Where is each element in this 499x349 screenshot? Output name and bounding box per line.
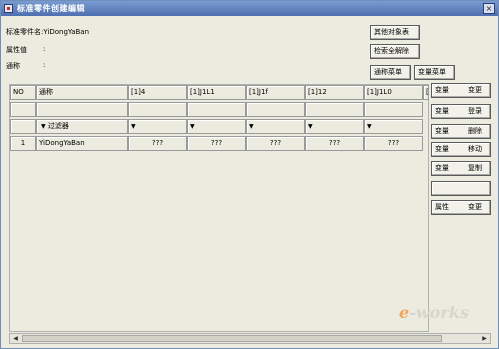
side-btn-left: 变量 — [435, 86, 449, 94]
side-btn-left: 属性 — [435, 203, 449, 211]
header-col-1[interactable]: [1]4 — [128, 85, 187, 100]
row-value[interactable]: ??? — [364, 136, 423, 151]
chevron-down-icon: ▼ — [41, 123, 46, 130]
row-value[interactable]: ??? — [305, 136, 364, 151]
blank-button[interactable] — [431, 181, 491, 196]
header-common-name[interactable]: 通称 — [36, 85, 128, 100]
blank-cell[interactable] — [305, 102, 364, 117]
header-col-6[interactable]: [ — [423, 85, 429, 100]
side-btn-right: 删除 — [468, 127, 482, 135]
eworks-watermark: e-works — [399, 303, 469, 322]
side-btn-right: 复制 — [468, 164, 482, 172]
filter-col-2[interactable]: ▼ — [187, 119, 246, 134]
scroll-right-icon[interactable]: ▶ — [479, 334, 490, 343]
filter-col-5[interactable]: ▼ — [364, 119, 423, 134]
blank-cell[interactable] — [187, 102, 246, 117]
chevron-down-icon: ▼ — [308, 123, 313, 130]
other-objects-button[interactable]: 其他对象表 — [370, 25, 420, 40]
attr-value-sep: : — [43, 45, 46, 53]
horizontal-scrollbar[interactable]: ◀ ▶ — [9, 333, 491, 344]
side-btn-right: 移动 — [468, 145, 482, 153]
filter-no-cell — [10, 119, 36, 134]
side-btn-right: 变更 — [468, 203, 482, 211]
scroll-left-icon[interactable]: ◀ — [10, 334, 21, 343]
header-no[interactable]: NO — [10, 85, 36, 100]
blank-cell[interactable] — [36, 102, 128, 117]
remove-all-button[interactable]: 检索全解除 — [370, 44, 420, 59]
app-icon — [4, 4, 13, 13]
variable-copy-button[interactable]: 变量 复制 — [431, 161, 491, 176]
attribute-change-button[interactable]: 属性 变更 — [431, 200, 491, 215]
side-btn-right: 登录 — [468, 107, 482, 115]
dialog-window: 标准零件创建编辑 × 标准零件名:YiDongYaBan 属性值 : 通称 : … — [0, 0, 499, 349]
variable-register-button[interactable]: 变量 登录 — [431, 104, 491, 119]
common-menu-button[interactable]: 通称菜单 — [370, 65, 411, 80]
chevron-down-icon: ▼ — [367, 123, 372, 130]
row-name[interactable]: YiDongYaBan — [36, 136, 128, 151]
row-value[interactable]: ??? — [246, 136, 305, 151]
filter-col-3[interactable]: ▼ — [246, 119, 305, 134]
blank-cell[interactable] — [246, 102, 305, 117]
blank-cell[interactable] — [10, 102, 36, 117]
side-btn-right: 变更 — [468, 86, 482, 94]
window-title: 标准零件创建编辑 — [17, 4, 85, 13]
variable-delete-button[interactable]: 变量 删除 — [431, 124, 491, 139]
chevron-down-icon: ▼ — [131, 123, 136, 130]
close-icon[interactable]: × — [483, 3, 495, 14]
header-col-3[interactable]: [1]J1f — [246, 85, 305, 100]
filter-col-1[interactable]: ▼ — [128, 119, 187, 134]
side-btn-left: 变量 — [435, 164, 449, 172]
blank-cell[interactable] — [128, 102, 187, 117]
side-btn-left: 变量 — [435, 107, 449, 115]
chevron-down-icon: ▼ — [190, 123, 195, 130]
header-col-5[interactable]: [1]J1L0 — [364, 85, 423, 100]
filter-dropdown[interactable]: ▼ 过滤器 — [36, 119, 128, 134]
part-name-label: 标准零件名:YiDongYaBan — [6, 28, 90, 36]
row-no[interactable]: 1 — [10, 136, 36, 151]
header-col-2[interactable]: [1]J1L1 — [187, 85, 246, 100]
row-value[interactable]: ??? — [128, 136, 187, 151]
side-btn-left: 变量 — [435, 145, 449, 153]
filter-col-4[interactable]: ▼ — [305, 119, 364, 134]
blank-cell[interactable] — [364, 102, 423, 117]
attr-value-label: 属性值 — [6, 46, 27, 54]
part-table: NO 通称 [1]4 [1]J1L1 [1]J1f [1]12 [1]J1L0 … — [9, 84, 429, 332]
variable-menu-button[interactable]: 变量菜单 — [414, 65, 455, 80]
row-value[interactable]: ??? — [187, 136, 246, 151]
variable-move-button[interactable]: 变量 移动 — [431, 142, 491, 157]
side-btn-left: 变量 — [435, 127, 449, 135]
common-name-sep: : — [43, 61, 46, 69]
filter-label: 过滤器 — [47, 122, 69, 130]
chevron-down-icon: ▼ — [249, 123, 254, 130]
header-col-4[interactable]: [1]12 — [305, 85, 364, 100]
common-name-label: 通称 — [6, 62, 20, 70]
title-bar[interactable]: 标准零件创建编辑 × — [1, 1, 498, 16]
variable-change-button[interactable]: 变量 变更 — [431, 83, 491, 98]
scroll-thumb[interactable] — [22, 335, 442, 342]
